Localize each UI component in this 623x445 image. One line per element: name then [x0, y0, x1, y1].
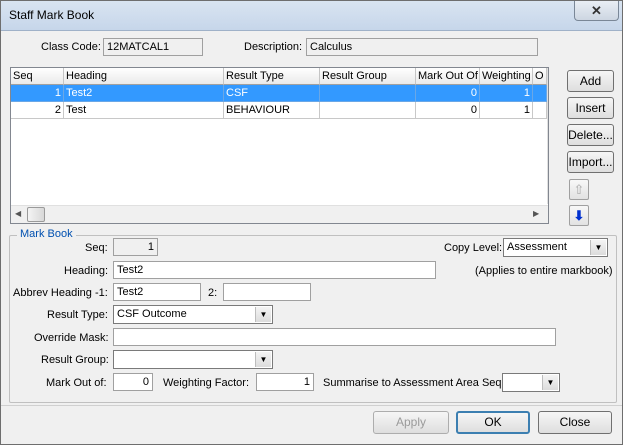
- move-down-icon[interactable]: ⬇: [569, 205, 589, 226]
- insert-button[interactable]: Insert: [567, 97, 614, 119]
- table-row[interactable]: 1 Test2 CSF 0 1: [11, 85, 547, 102]
- grid-vertical-scrollbar[interactable]: ▲ ▼: [547, 68, 548, 204]
- scroll-left-icon[interactable]: ◀: [15, 209, 21, 218]
- move-up-icon[interactable]: ⇧: [569, 179, 589, 200]
- summarise-label: Summarise to Assessment Area Seq:: [323, 377, 505, 389]
- copy-level-value: Assessment: [507, 241, 567, 253]
- weighting-factor-label: Weighting Factor:: [163, 377, 250, 389]
- abbrev-heading-1-input[interactable]: Test2: [113, 283, 201, 301]
- class-code-label: Class Code:: [41, 41, 101, 53]
- summarise-select[interactable]: ▼: [502, 373, 560, 392]
- mark-out-of-label: Mark Out of:: [46, 377, 107, 389]
- chevron-down-icon[interactable]: ▼: [590, 240, 606, 255]
- column-header-weighting[interactable]: Weighting: [480, 68, 533, 85]
- result-type-label: Result Type:: [47, 309, 108, 321]
- column-header-o[interactable]: O: [533, 68, 547, 85]
- title-bar: Staff Mark Book ✕: [1, 1, 622, 31]
- scroll-right-icon[interactable]: ▶: [533, 209, 539, 218]
- cell-result-type: BEHAVIOUR: [224, 102, 320, 119]
- cell-mark-out-of: 0: [416, 85, 480, 102]
- cell-weighting: 1: [480, 85, 533, 102]
- chevron-down-icon[interactable]: ▼: [255, 352, 271, 367]
- copy-level-select[interactable]: Assessment ▼: [503, 238, 608, 257]
- override-mask-input[interactable]: [113, 328, 556, 346]
- grid-horizontal-scrollbar[interactable]: ◀ ▶: [11, 205, 548, 223]
- close-window-button[interactable]: ✕: [574, 1, 619, 21]
- column-header-mark-out-of[interactable]: Mark Out Of: [416, 68, 480, 85]
- cell-o: [533, 102, 547, 119]
- cell-mark-out-of: 0: [416, 102, 480, 119]
- cell-heading: Test: [64, 102, 224, 119]
- result-group-label: Result Group:: [41, 354, 109, 366]
- class-code-field: 12MATCAL1: [103, 38, 203, 56]
- mark-out-of-input[interactable]: 0: [113, 373, 153, 391]
- cell-o: [533, 85, 547, 102]
- seq-field: 1: [113, 238, 158, 256]
- chevron-down-icon[interactable]: ▼: [542, 375, 558, 390]
- column-header-seq[interactable]: Seq: [11, 68, 64, 85]
- result-group-select[interactable]: ▼: [113, 350, 273, 369]
- column-header-result-group[interactable]: Result Group: [320, 68, 416, 85]
- cell-heading: Test2: [64, 85, 224, 102]
- column-header-heading[interactable]: Heading: [64, 68, 224, 85]
- table-row[interactable]: 2 Test BEHAVIOUR 0 1: [11, 102, 547, 119]
- copy-level-label: Copy Level:: [444, 242, 503, 254]
- result-type-select[interactable]: CSF Outcome ▼: [113, 305, 273, 324]
- heading-label: Heading:: [64, 265, 109, 277]
- delete-button[interactable]: Delete...: [567, 124, 614, 146]
- cell-weighting: 1: [480, 102, 533, 119]
- close-button[interactable]: Close: [538, 411, 612, 434]
- applies-note: (Applies to entire markbook): [475, 265, 613, 277]
- override-mask-label: Override Mask:: [34, 332, 109, 344]
- staff-mark-book-window: Staff Mark Book ✕ Class Code: 12MATCAL1 …: [0, 0, 623, 445]
- abbrev-heading-2-input[interactable]: [223, 283, 311, 301]
- apply-button[interactable]: Apply: [373, 411, 449, 434]
- import-button[interactable]: Import...: [567, 151, 614, 173]
- close-icon: ✕: [591, 3, 602, 18]
- chevron-down-icon[interactable]: ▼: [255, 307, 271, 322]
- abbrev-heading-2-label: 2:: [208, 287, 218, 299]
- cell-result-group: [320, 85, 416, 102]
- cell-result-group: [320, 102, 416, 119]
- cell-seq: 1: [11, 85, 64, 102]
- column-header-result-type[interactable]: Result Type: [224, 68, 320, 85]
- result-type-value: CSF Outcome: [117, 308, 187, 320]
- cell-seq: 2: [11, 102, 64, 119]
- ok-button[interactable]: OK: [456, 411, 530, 434]
- description-label: Description:: [244, 41, 303, 53]
- cell-result-type: CSF: [224, 85, 320, 102]
- description-field: Calculus: [306, 38, 538, 56]
- weighting-factor-input[interactable]: 1: [256, 373, 314, 391]
- seq-label: Seq:: [85, 242, 108, 254]
- mark-book-group-title: Mark Book: [17, 228, 76, 240]
- horizontal-scroll-thumb[interactable]: [27, 207, 45, 222]
- mark-book-grid[interactable]: Seq Heading Result Type Result Group Mar…: [10, 67, 549, 224]
- heading-input[interactable]: Test2: [113, 261, 436, 279]
- window-title: Staff Mark Book: [9, 8, 95, 22]
- abbrev-heading-label: Abbrev Heading -1:: [13, 287, 108, 299]
- add-button[interactable]: Add: [567, 70, 614, 92]
